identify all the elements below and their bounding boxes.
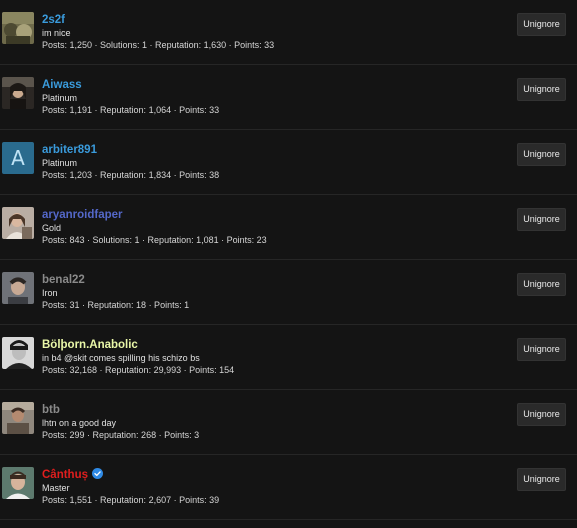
unignore-button[interactable]: Unignore: [517, 78, 566, 101]
username-link[interactable]: 2s2f: [42, 13, 65, 27]
ignored-user-row: Aiwass Platinum Posts: 1,191 · Reputatio…: [0, 65, 577, 130]
username-link[interactable]: benal22: [42, 273, 85, 287]
user-title: Master: [42, 483, 70, 493]
user-stats: Posts: 299 · Reputation: 268 · Points: 3: [42, 430, 200, 440]
user-avatar[interactable]: [2, 207, 34, 239]
unignore-button[interactable]: Unignore: [517, 468, 566, 491]
user-stats: Posts: 1,203 · Reputation: 1,834 · Point…: [42, 170, 220, 180]
ignored-user-row: btb lhtn on a good day Posts: 299 · Repu…: [0, 390, 577, 455]
ignored-users-list: 2s2f im nice Posts: 1,250 · Solutions: 1…: [0, 0, 577, 528]
user-avatar[interactable]: [2, 272, 34, 304]
user-stats: Posts: 1,551 · Reputation: 2,607 · Point…: [42, 495, 220, 505]
username-link[interactable]: aryanroidfaper: [42, 208, 123, 222]
user-title: Platinum: [42, 93, 78, 103]
user-title: lhtn on a good day: [42, 418, 117, 428]
user-avatar[interactable]: A: [2, 142, 34, 174]
user-avatar[interactable]: [2, 467, 34, 499]
username-link[interactable]: Bölþorn.Anabolic: [42, 338, 138, 352]
user-stats: Posts: 1,191 · Reputation: 1,064 · Point…: [42, 105, 220, 115]
user-title: Gold: [42, 223, 62, 233]
ignored-user-row: Bölþorn.Anabolic in b4 @skit comes spill…: [0, 325, 577, 390]
unignore-button[interactable]: Unignore: [517, 143, 566, 166]
user-avatar[interactable]: [2, 77, 34, 109]
username-text: Cânthuș: [42, 469, 88, 481]
user-title: im nice: [42, 28, 71, 38]
unignore-button[interactable]: Unignore: [517, 273, 566, 296]
user-avatar[interactable]: [2, 402, 34, 434]
user-title: Iron: [42, 288, 58, 298]
ignored-user-row: aryanroidfaper Gold Posts: 843 · Solutio…: [0, 195, 577, 260]
ignored-user-row: Cânthuș Master Posts: 1,551 · Reputation…: [0, 455, 577, 520]
unignore-button[interactable]: Unignore: [517, 13, 566, 36]
user-avatar[interactable]: [2, 12, 34, 44]
verified-badge-icon: [92, 468, 103, 483]
username-link[interactable]: btb: [42, 403, 60, 417]
unignore-button[interactable]: Unignore: [517, 338, 566, 361]
ignored-user-row: 2s2f im nice Posts: 1,250 · Solutions: 1…: [0, 0, 577, 65]
ignored-user-row: benal22 Iron Posts: 31 · Reputation: 18 …: [0, 260, 577, 325]
username-link[interactable]: Aiwass: [42, 78, 82, 92]
user-stats: Posts: 32,168 · Reputation: 29,993 · Poi…: [42, 365, 235, 375]
username-link[interactable]: Cânthuș: [42, 468, 103, 483]
user-stats: Posts: 843 · Solutions: 1 · Reputation: …: [42, 235, 267, 245]
user-stats: Posts: 1,250 · Solutions: 1 · Reputation…: [42, 40, 275, 50]
unignore-button[interactable]: Unignore: [517, 403, 566, 426]
unignore-button[interactable]: Unignore: [517, 208, 566, 231]
user-title: Platinum: [42, 158, 78, 168]
user-title: in b4 @skit comes spilling his schizo bs: [42, 353, 200, 363]
user-stats: Posts: 31 · Reputation: 18 · Points: 1: [42, 300, 190, 310]
user-avatar[interactable]: [2, 337, 34, 369]
ignored-user-row: A arbiter891 Platinum Posts: 1,203 · Rep…: [0, 130, 577, 195]
username-link[interactable]: arbiter891: [42, 143, 97, 157]
